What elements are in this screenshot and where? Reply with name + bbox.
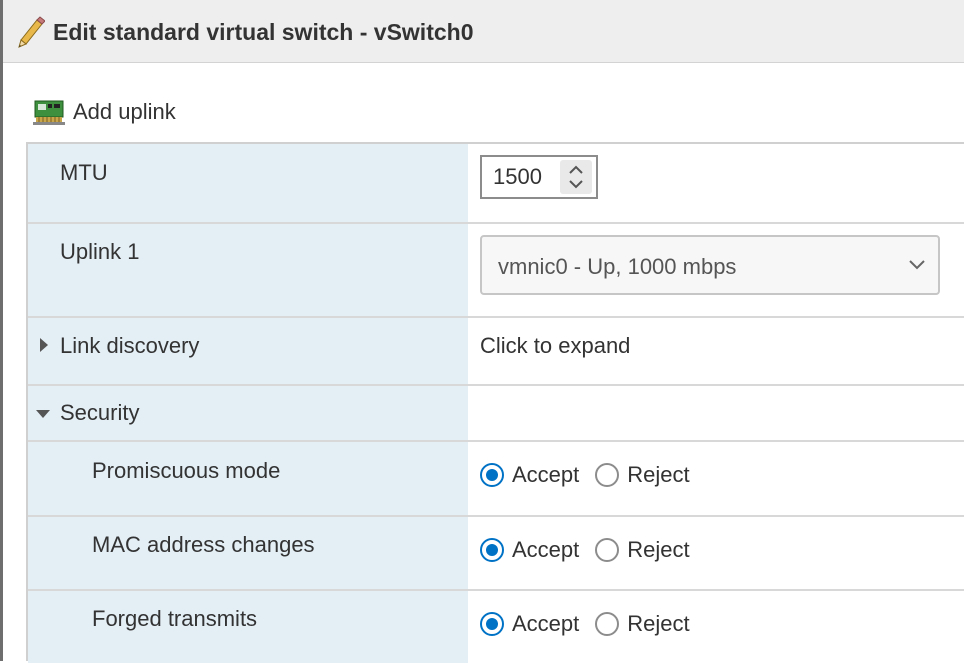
uplink1-selected-value: vmnic0 - Up, 1000 mbps (498, 254, 737, 279)
accept-label[interactable]: Accept (512, 537, 579, 563)
promiscuous-reject-radio[interactable]: Reject (595, 462, 690, 488)
uplink1-label: Uplink 1 (60, 239, 140, 264)
spin-down-icon[interactable] (569, 180, 583, 189)
caret-right-icon[interactable] (40, 338, 48, 352)
mtu-stepper (480, 155, 598, 199)
mac-address-changes-radio-group: Accept Reject (480, 537, 706, 563)
dialog-titlebar: Edit standard virtual switch - vSwitch0 (3, 0, 964, 63)
reject-label[interactable]: Reject (627, 462, 689, 488)
mtu-input[interactable] (482, 157, 558, 197)
link-discovery-expand-text[interactable]: Click to expand (480, 333, 630, 359)
accept-label[interactable]: Accept (512, 462, 579, 488)
uplink1-row: Uplink 1 vmnic0 - Up, 1000 mbps (28, 224, 964, 318)
forged-transmits-label: Forged transmits (92, 606, 258, 631)
promiscuous-mode-label: Promiscuous mode (92, 458, 281, 483)
dialog-title: Edit standard virtual switch - vSwitch0 (53, 19, 474, 45)
promiscuous-accept-radio[interactable]: Accept (480, 462, 579, 488)
caret-down-icon[interactable] (36, 410, 50, 418)
link-discovery-row[interactable]: Link discovery Click to expand (28, 318, 964, 386)
mac-address-changes-row: MAC address changes Accept Reject (28, 517, 964, 591)
uplink1-select[interactable]: vmnic0 - Up, 1000 mbps (480, 235, 940, 295)
radio-unchecked-icon[interactable] (595, 463, 620, 487)
edit-vswitch-dialog: Edit standard virtual switch - vSwitch0 … (3, 0, 964, 663)
chevron-down-icon (909, 260, 925, 270)
mac-changes-accept-radio[interactable]: Accept (480, 537, 579, 563)
link-discovery-label[interactable]: Link discovery (60, 333, 199, 359)
forged-transmits-row: Forged transmits Accept Reject (28, 591, 964, 663)
security-label[interactable]: Security (60, 400, 139, 426)
add-uplink-button[interactable]: Add uplink (33, 96, 176, 128)
settings-grid: MTU Uplink 1 (26, 142, 964, 663)
promiscuous-mode-row: Promiscuous mode Accept Reject (28, 442, 964, 517)
forged-transmits-radio-group: Accept Reject (480, 611, 706, 637)
spin-up-icon[interactable] (569, 165, 583, 174)
promiscuous-mode-radio-group: Accept Reject (480, 462, 706, 488)
radio-checked-icon[interactable] (480, 463, 504, 487)
forged-transmits-reject-radio[interactable]: Reject (595, 611, 690, 637)
security-row[interactable]: Security (28, 386, 964, 442)
mtu-spin-buttons[interactable] (560, 160, 592, 194)
network-card-icon (33, 100, 65, 125)
accept-label[interactable]: Accept (512, 611, 579, 637)
radio-checked-icon[interactable] (480, 612, 504, 636)
mtu-label: MTU (60, 160, 108, 185)
radio-unchecked-icon[interactable] (595, 538, 620, 562)
radio-checked-icon[interactable] (480, 538, 504, 562)
forged-transmits-accept-radio[interactable]: Accept (480, 611, 579, 637)
radio-unchecked-icon[interactable] (595, 612, 620, 636)
mac-address-changes-label: MAC address changes (92, 532, 315, 557)
pencil-icon (18, 16, 45, 48)
reject-label[interactable]: Reject (627, 537, 689, 563)
mac-changes-reject-radio[interactable]: Reject (595, 537, 690, 563)
add-uplink-label: Add uplink (73, 99, 176, 124)
reject-label[interactable]: Reject (627, 611, 689, 637)
mtu-row: MTU (28, 144, 964, 224)
